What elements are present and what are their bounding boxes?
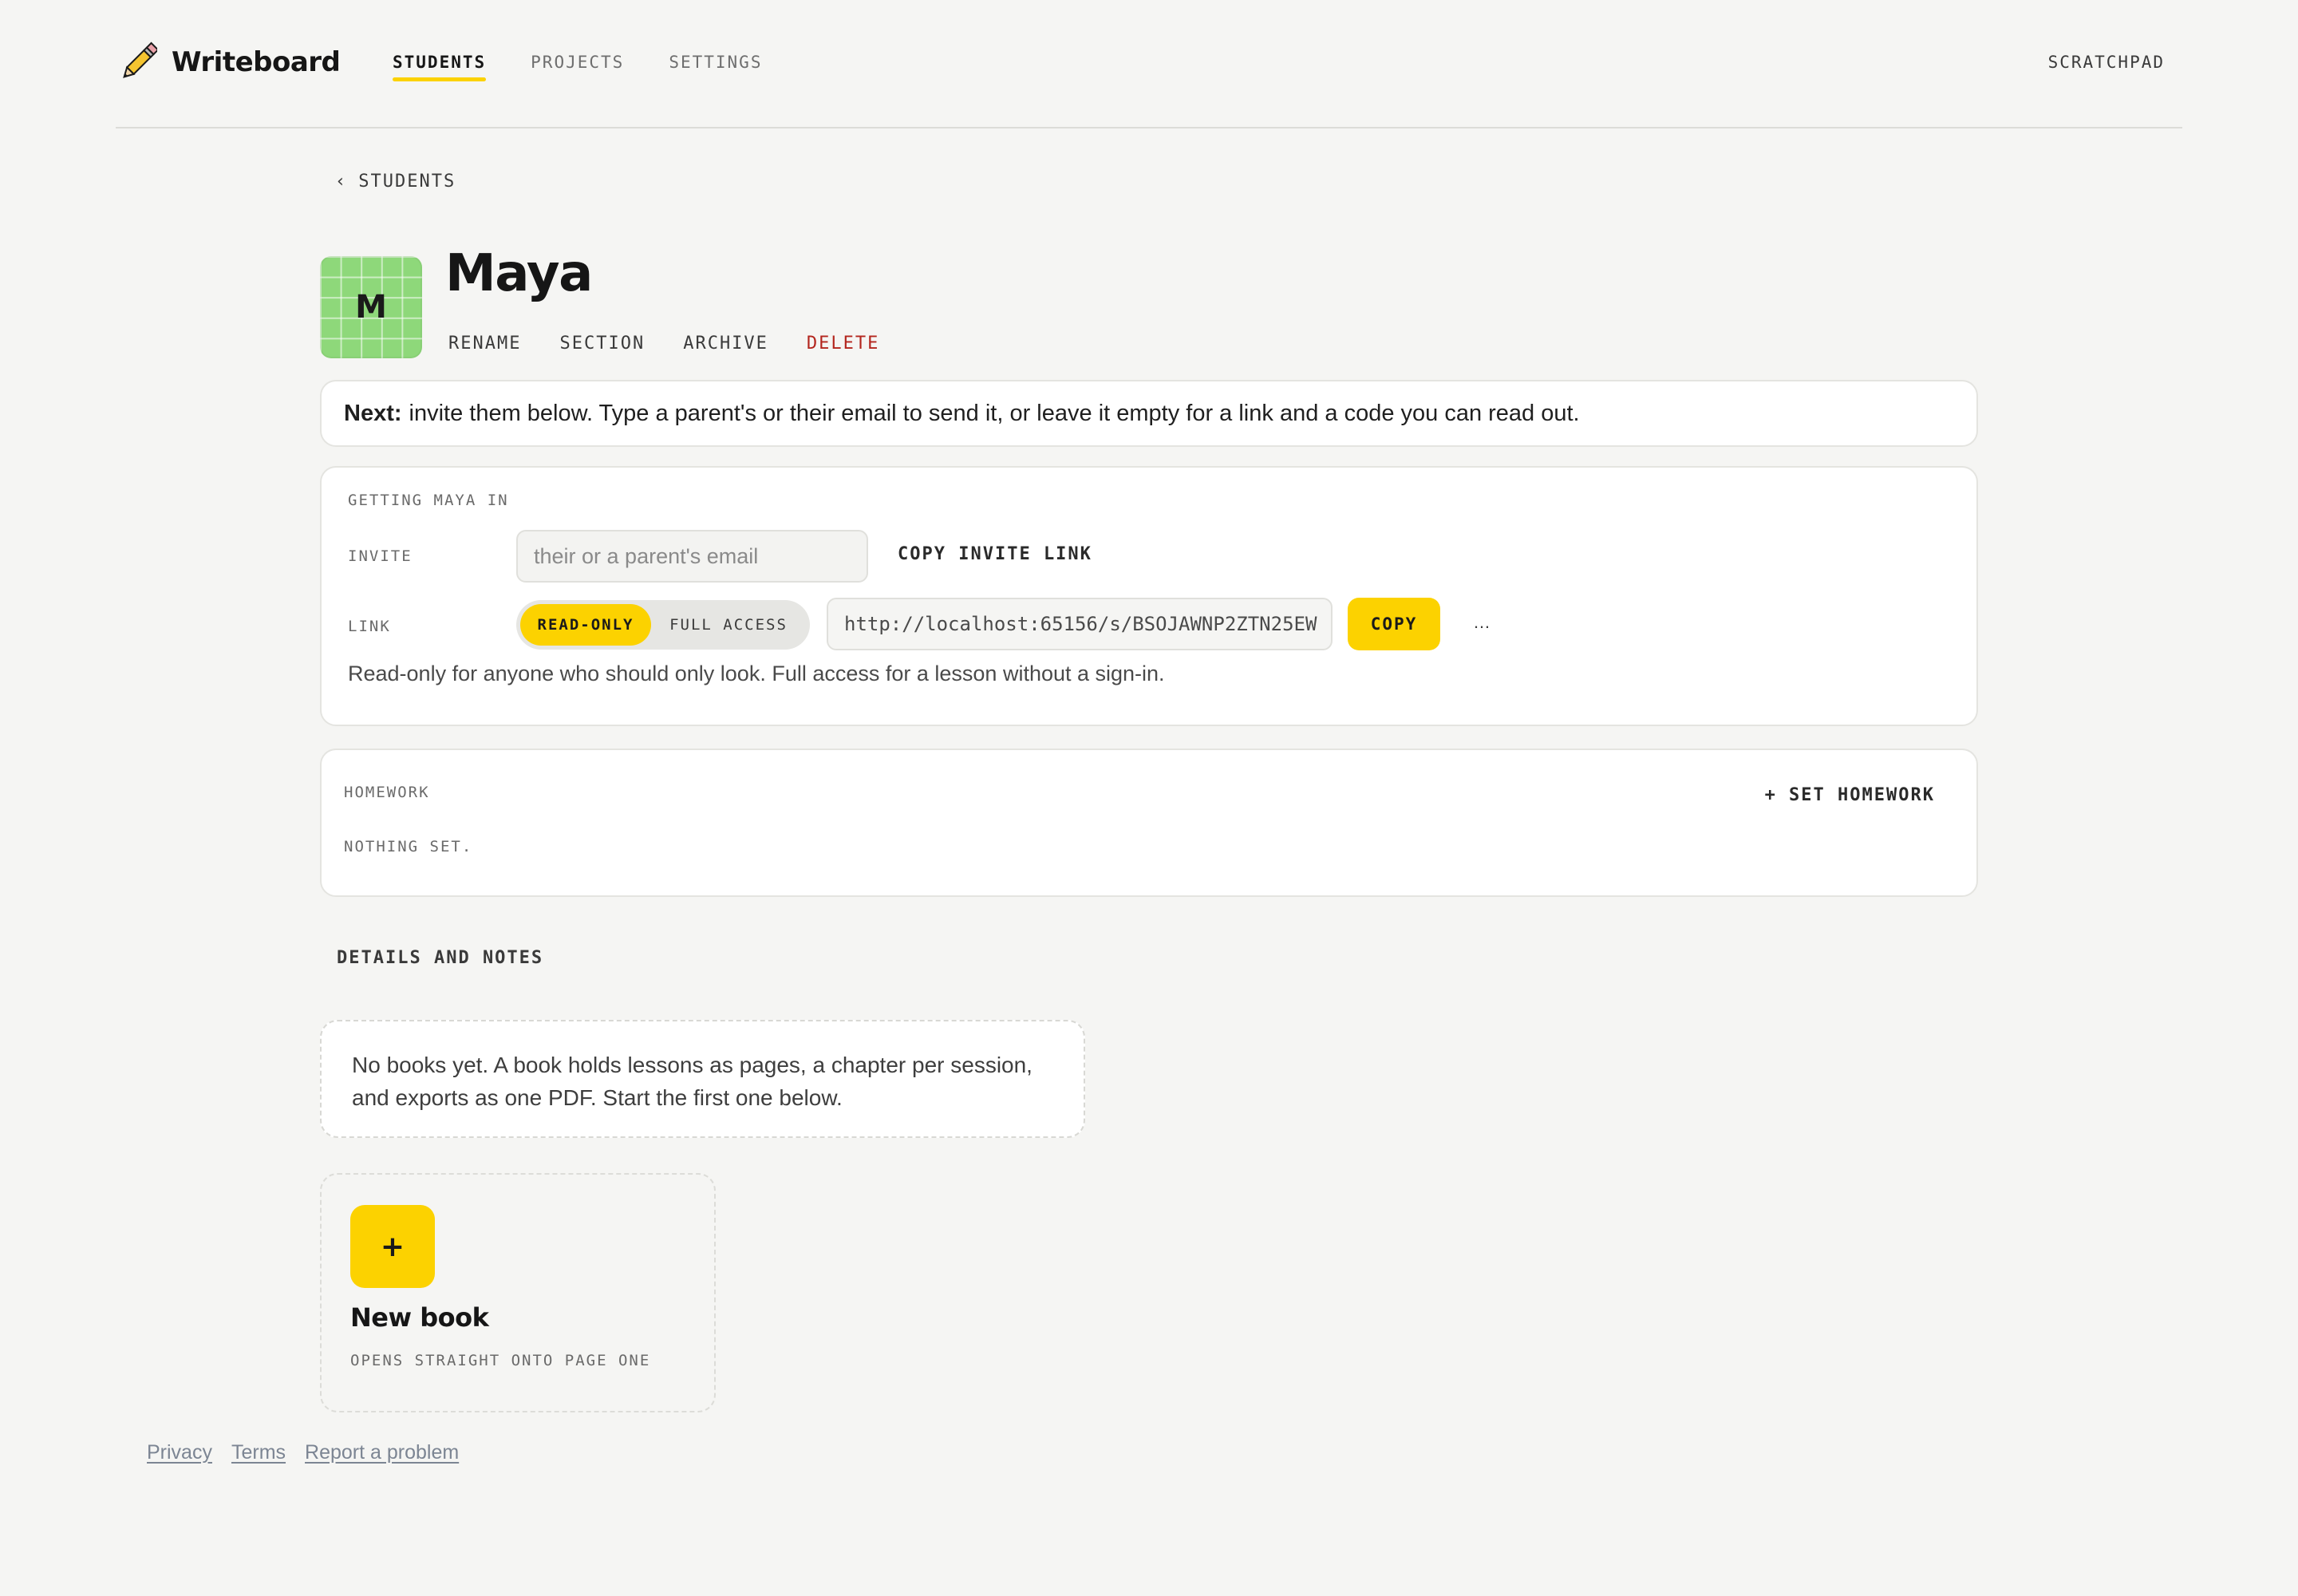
main-nav: STUDENTS PROJECTS SETTINGS	[393, 53, 762, 81]
books-empty-note: No books yet. A book holds lessons as pa…	[320, 1020, 1085, 1138]
homework-empty-text: NOTHING SET.	[344, 838, 473, 855]
footer: Privacy Terms Report a problem	[147, 1441, 459, 1464]
student-actions: RENAME SECTION ARCHIVE DELETE	[448, 334, 879, 354]
avatar-initial: M	[355, 289, 387, 326]
terms-link[interactable]: Terms	[231, 1441, 286, 1464]
link-label: LINK	[348, 618, 391, 635]
privacy-link[interactable]: Privacy	[147, 1441, 212, 1464]
section-button[interactable]: SECTION	[559, 334, 645, 354]
new-book-card[interactable]: + New book OPENS STRAIGHT ONTO PAGE ONE	[320, 1173, 716, 1412]
back-to-students[interactable]: ‹ STUDENTS	[335, 172, 456, 192]
new-book-subtitle: OPENS STRAIGHT ONTO PAGE ONE	[350, 1352, 651, 1369]
archive-button[interactable]: ARCHIVE	[683, 334, 768, 354]
delete-button[interactable]: DELETE	[807, 334, 879, 354]
scratchpad-link[interactable]: SCRATCHPAD	[2048, 53, 2165, 72]
access-help-text: Read-only for anyone who should only loo…	[348, 662, 1165, 685]
copy-link-button[interactable]: COPY	[1348, 598, 1440, 650]
chevron-left-icon: ‹	[335, 172, 348, 192]
homework-heading: HOMEWORK	[344, 784, 430, 801]
details-section-title: DETAILS AND NOTES	[337, 948, 544, 968]
copy-invite-link-button[interactable]: COPY INVITE LINK	[898, 544, 1092, 564]
student-avatar: M	[320, 256, 422, 358]
access-option-full-access[interactable]: FULL ACCESS	[651, 604, 806, 646]
brand[interactable]: Writeboard	[120, 41, 341, 83]
access-option-read-only[interactable]: READ-ONLY	[520, 604, 651, 646]
new-book-title: New book	[350, 1302, 489, 1333]
invite-card-heading: GETTING MAYA IN	[348, 492, 509, 509]
next-step-text: invite them below. Type a parent's or th…	[409, 400, 1580, 426]
set-homework-button[interactable]: + SET HOMEWORK	[1765, 785, 1935, 805]
homework-card: HOMEWORK + SET HOMEWORK NOTHING SET.	[320, 749, 1978, 897]
more-options-icon[interactable]: …	[1464, 605, 1499, 640]
report-problem-link[interactable]: Report a problem	[305, 1441, 459, 1464]
student-name: Maya	[445, 244, 593, 303]
invite-card: GETTING MAYA IN INVITE COPY INVITE LINK …	[320, 466, 1978, 726]
nav-students[interactable]: STUDENTS	[393, 53, 487, 81]
pencil-icon	[123, 41, 157, 78]
app-name: Writeboard	[172, 46, 341, 78]
share-link-field[interactable]: http://localhost:65156/s/BSOJAWNP2ZTN25E…	[827, 598, 1333, 650]
rename-button[interactable]: RENAME	[448, 334, 521, 354]
plus-icon: +	[350, 1205, 435, 1288]
top-bar: Writeboard STUDENTS PROJECTS SETTINGS SC…	[116, 0, 2182, 128]
next-step-banner: Next: invite them below. Type a parent's…	[320, 380, 1978, 447]
access-toggle: READ-ONLY FULL ACCESS	[516, 600, 810, 650]
invite-label: INVITE	[348, 547, 413, 565]
next-step-lead: Next:	[344, 400, 402, 426]
nav-settings[interactable]: SETTINGS	[669, 53, 762, 80]
back-label: STUDENTS	[358, 172, 456, 192]
nav-projects[interactable]: PROJECTS	[531, 53, 624, 80]
invite-email-input[interactable]	[516, 530, 868, 583]
